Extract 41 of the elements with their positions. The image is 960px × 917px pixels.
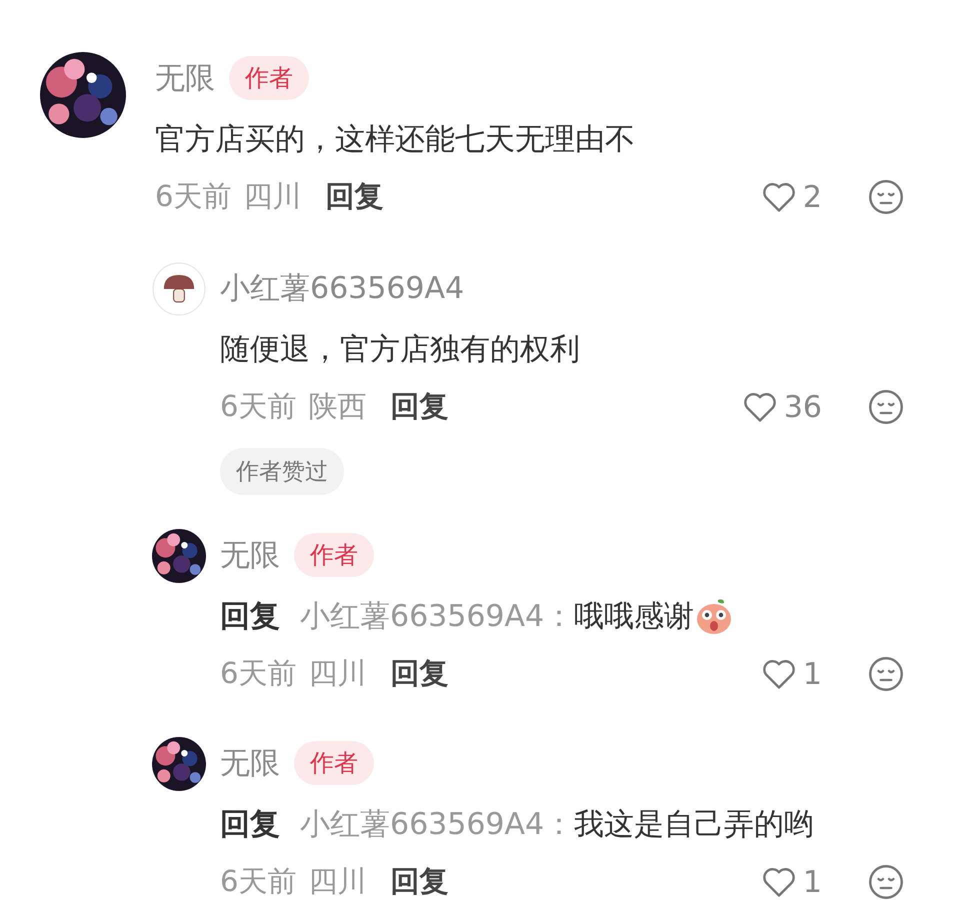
author-name[interactable]: 无限 xyxy=(220,534,280,576)
reply-link[interactable]: 回复 xyxy=(390,387,448,427)
comment-location: 四川 xyxy=(308,655,366,692)
face-icon[interactable] xyxy=(868,389,904,425)
comment-text: 哦哦感谢 xyxy=(574,598,694,636)
author-name[interactable]: 无限 xyxy=(155,58,215,98)
heart-icon[interactable] xyxy=(760,865,797,899)
reply-prefix: 回复 xyxy=(220,598,280,636)
like-count: 36 xyxy=(784,390,822,424)
mushroom-icon xyxy=(152,262,206,316)
face-icon[interactable] xyxy=(868,864,904,900)
comment-location: 四川 xyxy=(308,863,366,900)
author-badge: 作者 xyxy=(229,56,309,100)
heart-icon[interactable] xyxy=(760,180,797,214)
reply-to-name[interactable]: 小红薯663569A4： xyxy=(300,596,574,636)
reply-link[interactable]: 回复 xyxy=(390,654,448,694)
author-name[interactable]: 无限 xyxy=(220,742,280,784)
comment-time: 6天前 xyxy=(220,655,296,692)
reply-link[interactable]: 回复 xyxy=(325,177,384,217)
comment-text: 官方店买的，这样还能七天无理由不 xyxy=(155,120,635,158)
reply-prefix: 回复 xyxy=(220,806,280,844)
reply-to-name[interactable]: 小红薯663569A4： xyxy=(300,804,574,844)
comment-location: 陕西 xyxy=(308,388,366,425)
author-badge: 作者 xyxy=(294,533,374,577)
author-liked-tag: 作者赞过 xyxy=(220,448,344,495)
comment-location: 四川 xyxy=(243,178,302,215)
face-icon[interactable] xyxy=(868,656,904,692)
reply-link[interactable]: 回复 xyxy=(390,862,448,902)
author-badge: 作者 xyxy=(294,741,374,785)
heart-icon[interactable] xyxy=(760,657,797,691)
like-count: 1 xyxy=(802,656,822,692)
like-count: 1 xyxy=(802,864,822,900)
like-count: 2 xyxy=(802,180,822,214)
face-icon[interactable] xyxy=(868,179,904,215)
comment-time: 6天前 xyxy=(220,388,296,425)
comment-time: 6天前 xyxy=(220,863,296,900)
comment-text: 随便退，官方店独有的权利 xyxy=(220,330,580,368)
comment-time: 6天前 xyxy=(155,178,232,215)
author-name[interactable]: 小红薯663569A4 xyxy=(220,268,464,308)
heart-icon[interactable] xyxy=(742,390,778,424)
comment-text: 我这是自己弄的哟 xyxy=(574,806,814,844)
